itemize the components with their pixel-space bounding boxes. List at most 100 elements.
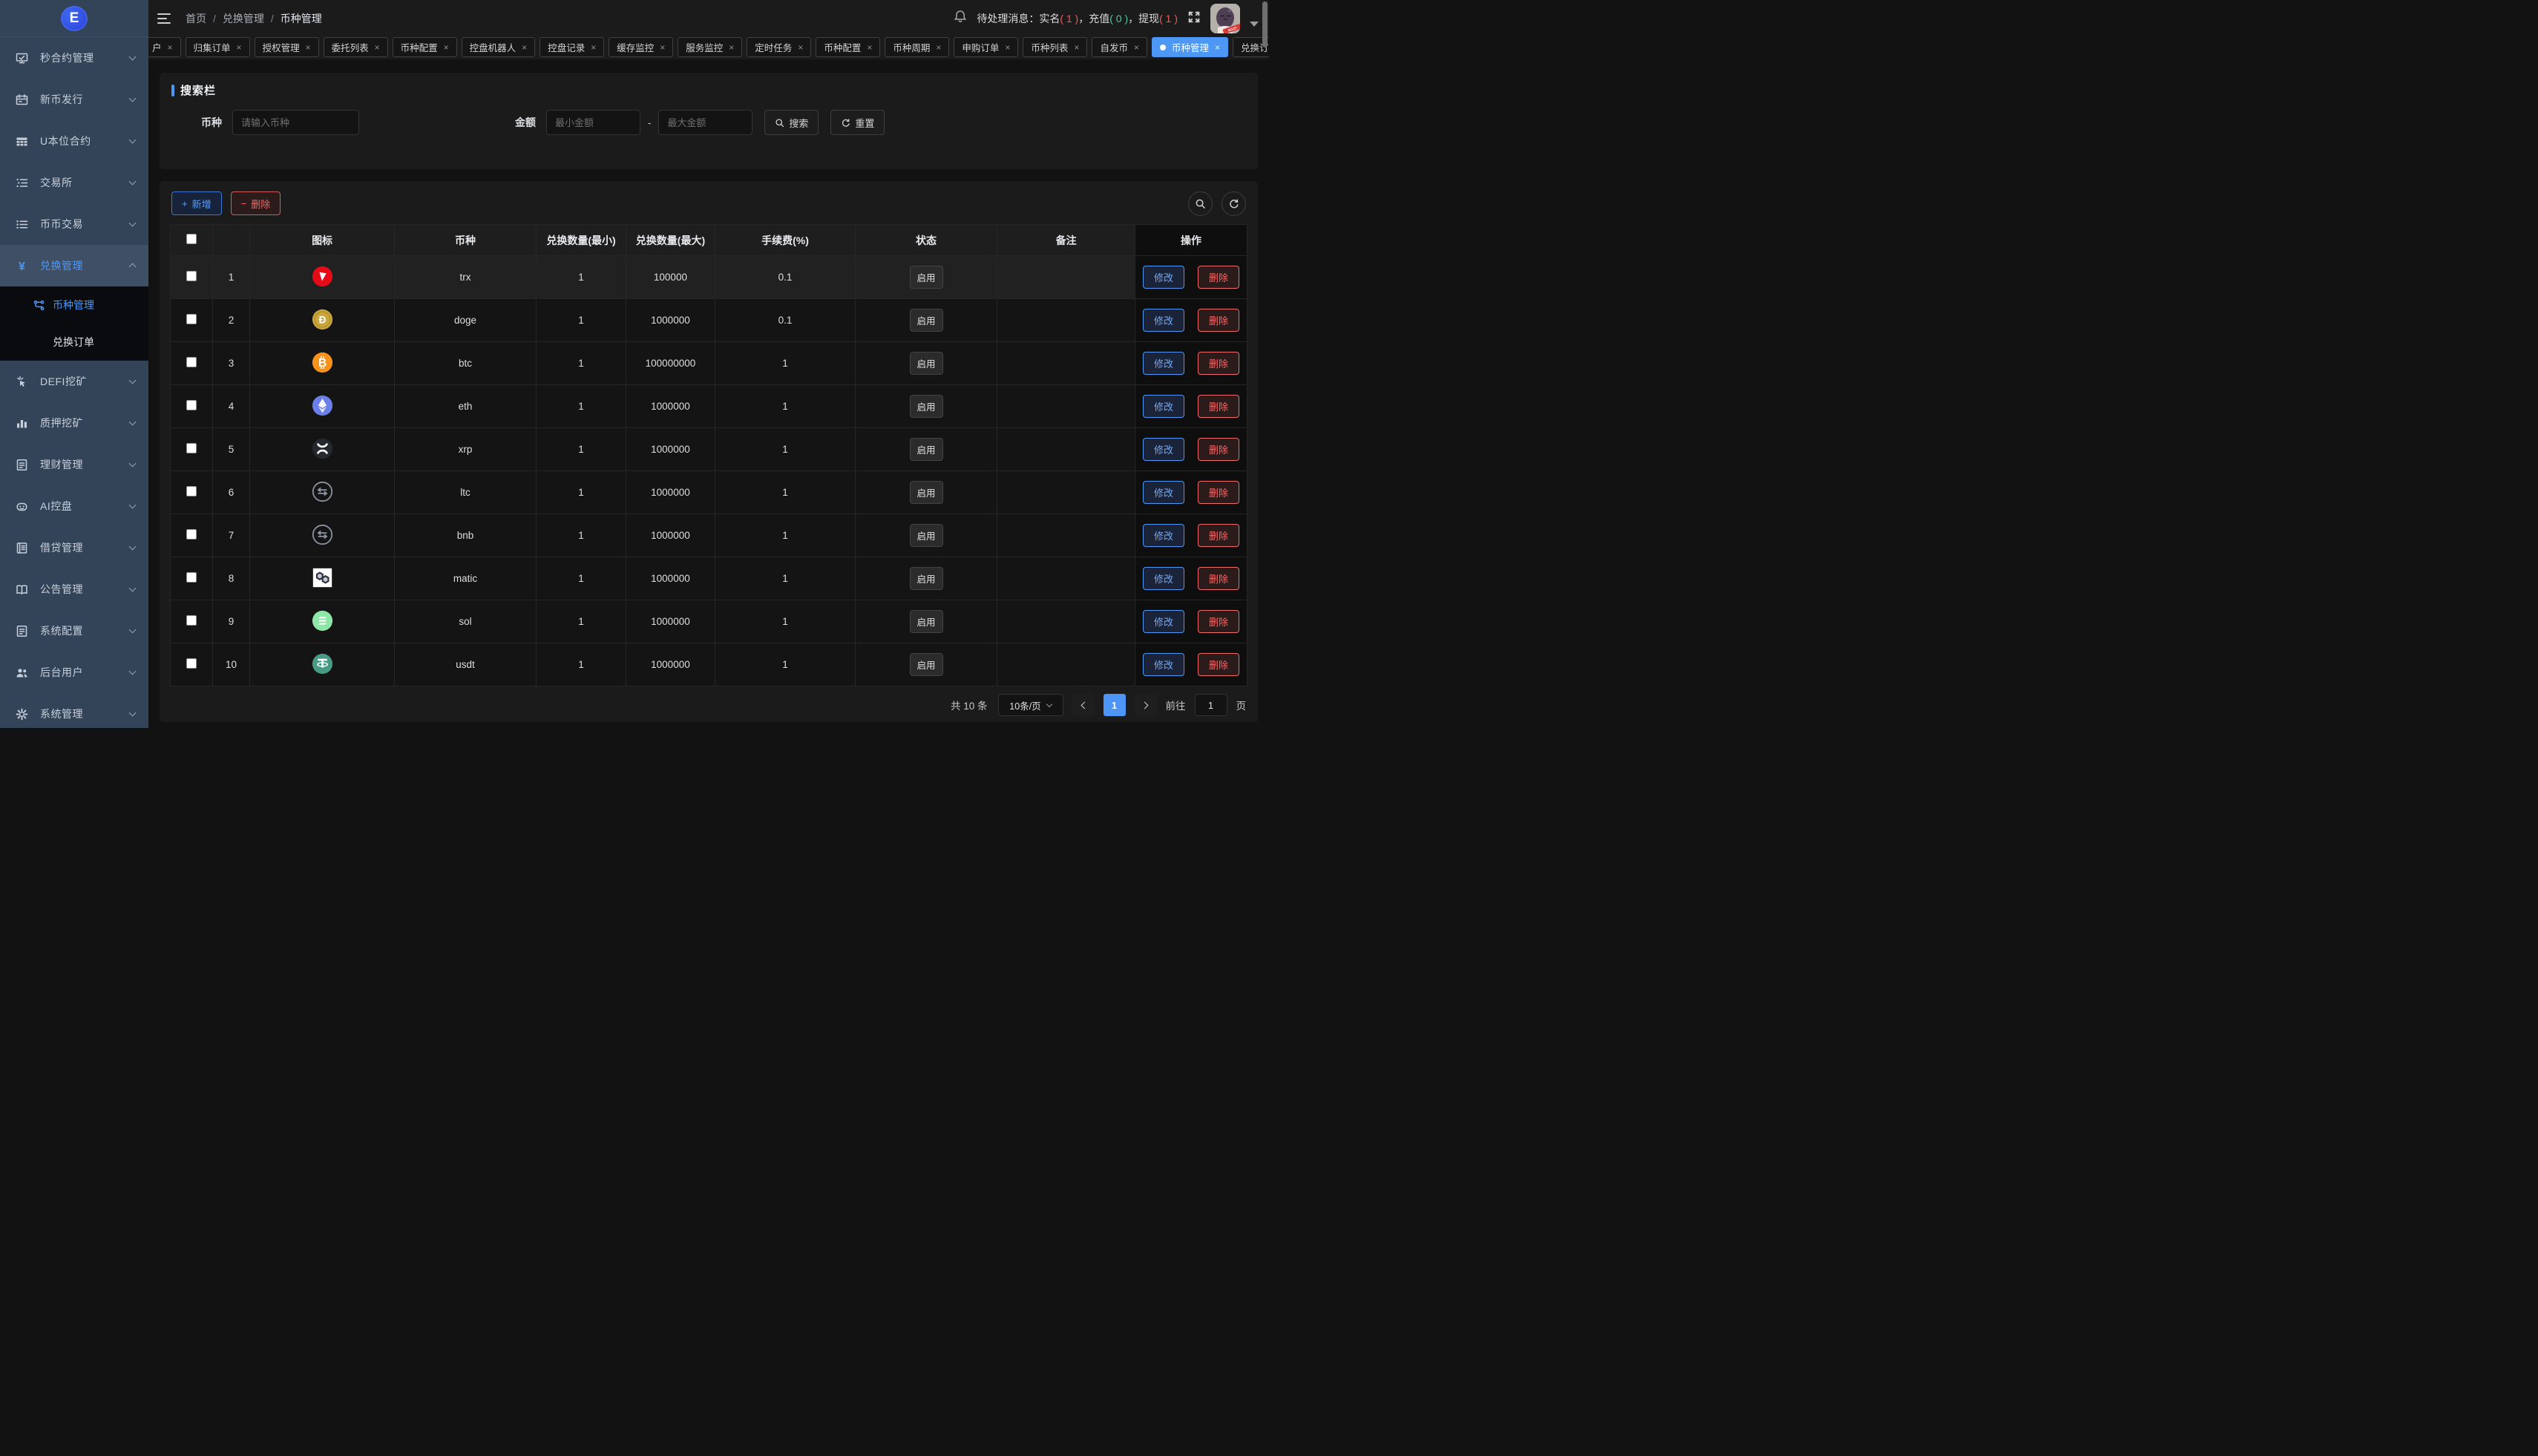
edit-button[interactable]: 修改: [1143, 395, 1184, 418]
sidebar-item-staking[interactable]: 质押挖矿: [0, 402, 148, 444]
sidebar-item-wealth[interactable]: 理财管理: [0, 444, 148, 485]
next-page-button[interactable]: [1135, 694, 1157, 716]
sidebar-item-coin-trade[interactable]: 币币交易: [0, 203, 148, 245]
tab[interactable]: 币种列表×: [1023, 37, 1087, 57]
edit-button[interactable]: 修改: [1143, 567, 1184, 590]
tab[interactable]: 申购订单×: [954, 37, 1018, 57]
tab[interactable]: 服务监控×: [678, 37, 742, 57]
prev-page-button[interactable]: [1072, 694, 1095, 716]
tab[interactable]: 缓存监控×: [609, 37, 673, 57]
edit-button[interactable]: 修改: [1143, 438, 1184, 461]
tab-close-icon[interactable]: ×: [444, 43, 449, 52]
tab[interactable]: 币种配置×: [393, 37, 457, 57]
row-checkbox[interactable]: [186, 271, 197, 281]
avatar[interactable]: IKUZ!: [1210, 4, 1240, 33]
row-checkbox[interactable]: [186, 443, 197, 453]
row-delete-button[interactable]: 删除: [1198, 352, 1239, 375]
row-delete-button[interactable]: 删除: [1198, 653, 1239, 676]
tab-close-icon[interactable]: ×: [1005, 43, 1010, 52]
edit-button[interactable]: 修改: [1143, 653, 1184, 676]
tab-close-icon[interactable]: ×: [306, 43, 311, 52]
sidebar-item-swap-management[interactable]: ¥ 兑换管理: [0, 245, 148, 286]
row-delete-button[interactable]: 删除: [1198, 438, 1239, 461]
select-all-checkbox[interactable]: [186, 234, 197, 244]
edit-button[interactable]: 修改: [1143, 266, 1184, 289]
tab[interactable]: 币种周期×: [885, 37, 949, 57]
row-delete-button[interactable]: 删除: [1198, 610, 1239, 633]
tab-close-icon[interactable]: ×: [375, 43, 380, 52]
tab[interactable]: 币种配置×: [816, 37, 880, 57]
sidebar-item-system-config[interactable]: 系统配置: [0, 610, 148, 652]
row-checkbox[interactable]: [186, 615, 197, 626]
sidebar-collapse-icon[interactable]: [157, 13, 171, 24]
table-refresh-button[interactable]: [1222, 191, 1246, 216]
sidebar-item-lending[interactable]: 借贷管理: [0, 527, 148, 568]
fullscreen-icon[interactable]: [1187, 10, 1201, 27]
row-checkbox[interactable]: [186, 400, 197, 410]
tab[interactable]: 归集订单×: [186, 37, 250, 57]
tab-close-icon[interactable]: ×: [729, 43, 734, 52]
tab[interactable]: 定时任务×: [747, 37, 811, 57]
add-button[interactable]: +新增: [171, 191, 222, 215]
bell-icon[interactable]: [954, 10, 967, 27]
coin-search-input[interactable]: [232, 110, 359, 135]
sidebar-item-announcement[interactable]: 公告管理: [0, 568, 148, 610]
tab-close-icon[interactable]: ×: [237, 43, 242, 52]
tab-close-icon[interactable]: ×: [798, 43, 803, 52]
row-checkbox[interactable]: [186, 658, 197, 669]
scrollbar[interactable]: [1262, 1, 1268, 47]
tab-close-icon[interactable]: ×: [1134, 43, 1139, 52]
row-delete-button[interactable]: 删除: [1198, 567, 1239, 590]
sidebar-item-admin-users[interactable]: 后台用户: [0, 652, 148, 693]
tab[interactable]: 授权管理×: [255, 37, 319, 57]
tab-close-icon[interactable]: ×: [591, 43, 596, 52]
edit-button[interactable]: 修改: [1143, 481, 1184, 504]
tab[interactable]: 控盘机器人×: [462, 37, 536, 57]
sidebar-subitem-coin-management[interactable]: 币种管理: [0, 286, 148, 324]
reset-button[interactable]: 重置: [830, 110, 885, 135]
tab-close-icon[interactable]: ×: [867, 43, 872, 52]
tab-close-icon[interactable]: ×: [936, 43, 941, 52]
sidebar-item-defi[interactable]: DEFI挖矿: [0, 361, 148, 402]
row-delete-button[interactable]: 删除: [1198, 309, 1239, 332]
min-amount-input[interactable]: [546, 110, 640, 135]
tab[interactable]: 控盘记录×: [540, 37, 604, 57]
tab-close-icon[interactable]: ×: [522, 43, 527, 52]
delete-button[interactable]: −删除: [231, 191, 281, 215]
tab[interactable]: 委托列表×: [324, 37, 388, 57]
logo[interactable]: E: [0, 0, 148, 37]
row-checkbox[interactable]: [186, 357, 197, 367]
tab[interactable]: 户×: [148, 37, 181, 57]
row-delete-button[interactable]: 删除: [1198, 266, 1239, 289]
row-checkbox[interactable]: [186, 486, 197, 496]
edit-button[interactable]: 修改: [1143, 610, 1184, 633]
tab-close-icon[interactable]: ×: [660, 43, 665, 52]
row-checkbox[interactable]: [186, 572, 197, 583]
goto-page-input[interactable]: [1195, 694, 1227, 716]
table-search-button[interactable]: [1188, 191, 1213, 216]
sidebar-item-exchange[interactable]: 交易所: [0, 162, 148, 203]
tab-close-icon[interactable]: ×: [1074, 43, 1079, 52]
breadcrumb-home[interactable]: 首页: [186, 11, 206, 26]
edit-button[interactable]: 修改: [1143, 524, 1184, 547]
row-checkbox[interactable]: [186, 314, 197, 324]
search-button[interactable]: 搜索: [764, 110, 819, 135]
sidebar-item-seccontract[interactable]: 秒合约管理: [0, 37, 148, 79]
tab-active[interactable]: 币种管理×: [1152, 37, 1228, 57]
tab-close-icon[interactable]: ×: [168, 43, 173, 52]
row-checkbox[interactable]: [186, 529, 197, 540]
sidebar-item-ucontract[interactable]: U本位合约: [0, 120, 148, 162]
user-menu-caret-icon[interactable]: [1250, 22, 1259, 27]
sidebar-item-newcoin[interactable]: 新币发行: [0, 79, 148, 120]
page-button-current[interactable]: 1: [1104, 694, 1126, 716]
tab-close-icon[interactable]: ×: [1215, 43, 1220, 52]
row-delete-button[interactable]: 删除: [1198, 524, 1239, 547]
sidebar-item-ai[interactable]: AI控盘: [0, 485, 148, 527]
page-size-select[interactable]: 10条/页: [998, 694, 1063, 716]
edit-button[interactable]: 修改: [1143, 352, 1184, 375]
edit-button[interactable]: 修改: [1143, 309, 1184, 332]
row-delete-button[interactable]: 删除: [1198, 481, 1239, 504]
sidebar-item-system-management[interactable]: 系统管理: [0, 693, 148, 728]
max-amount-input[interactable]: [658, 110, 752, 135]
sidebar-subitem-swap-orders[interactable]: 兑换订单: [0, 324, 148, 361]
